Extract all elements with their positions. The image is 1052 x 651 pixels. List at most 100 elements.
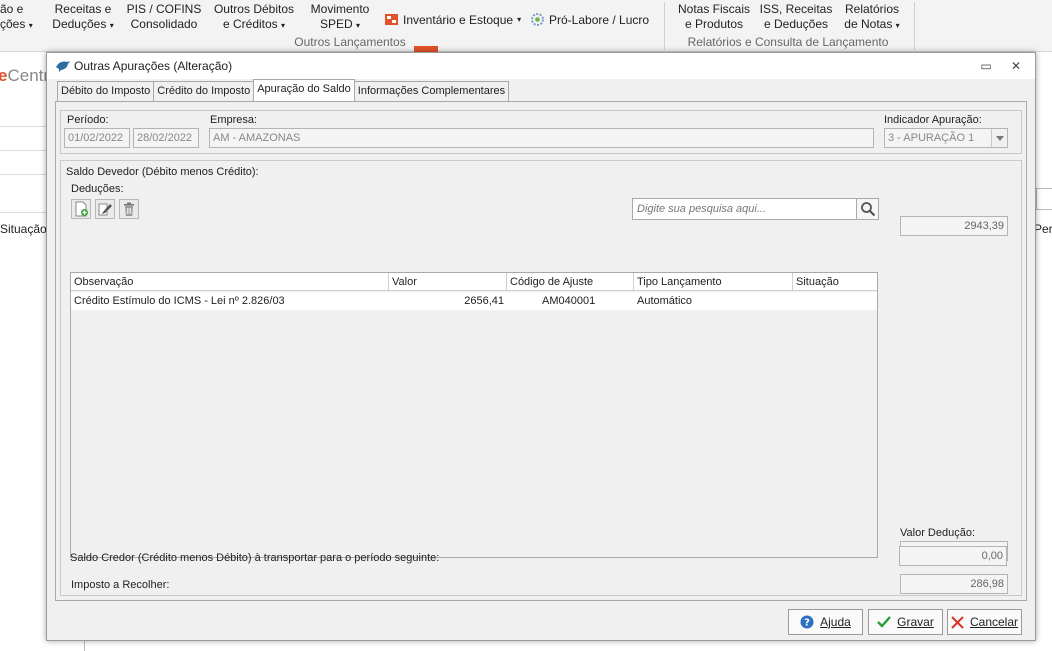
app-ribbon: ão e ções ▾ Receitas e Deduções ▾ PIS / … (0, 0, 1052, 52)
tab-credito-do-imposto[interactable]: Crédito do Imposto (153, 81, 255, 101)
background-divider (0, 212, 46, 213)
apuracao-saldo-panel: Período: 01/02/2022 28/02/2022 Empresa: … (55, 101, 1027, 601)
ribbon-iss-button[interactable]: ISS, Receitas e Deduções (758, 2, 834, 32)
cell-tipo-lancamento: Automático (637, 295, 693, 307)
trash-icon (124, 202, 134, 216)
background-divider (0, 150, 46, 151)
empresa-label: Empresa: (210, 114, 258, 126)
column-observacao[interactable]: Observação (71, 273, 389, 291)
dialog-tabs: Débito do Imposto Crédito do Imposto Apu… (57, 79, 510, 101)
deducoes-label: Deduções: (71, 183, 124, 195)
minimize-icon: ▭ (980, 59, 992, 73)
empresa-field[interactable]: AM - AMAZONAS (209, 128, 874, 148)
chevron-down-icon: ▾ (109, 21, 114, 30)
ajuda-button[interactable]: ? Ajuda (788, 609, 863, 635)
background-panel-left (0, 52, 46, 651)
ribbon-relatorios-label: Relatórios de Notas (844, 2, 900, 31)
close-icon: ✕ (1010, 59, 1022, 73)
background-input (1036, 188, 1052, 210)
close-icon (951, 615, 964, 629)
edit-deducao-button[interactable] (95, 199, 115, 219)
svg-text:?: ? (804, 618, 810, 629)
tab-apuracao-do-saldo[interactable]: Apuração do Saldo (253, 79, 355, 101)
ajuda-label: Ajuda (820, 615, 851, 629)
ribbon-receitas-label: Receitas e Deduções (52, 2, 112, 31)
dialog-titlebar[interactable]: Outras Apurações (Alteração) ▭ ✕ (47, 53, 1035, 79)
cell-situacao (793, 292, 877, 310)
ribbon-movimento-label: Movimento SPED (310, 2, 370, 31)
outras-apuracoes-dialog: Outras Apurações (Alteração) ▭ ✕ Débito … (46, 52, 1036, 641)
help-icon: ? (800, 615, 814, 629)
column-tipo-lancamento[interactable]: Tipo Lançamento (634, 273, 793, 291)
delete-deducao-button[interactable] (119, 199, 139, 219)
cancelar-button[interactable]: Cancelar (947, 609, 1022, 635)
ribbon-group-outros-lancamentos: Outros Lançamentos (294, 35, 406, 49)
chevron-down-icon: ▾ (28, 21, 33, 30)
background-panel-right (1036, 52, 1052, 651)
ribbon-inventario-button[interactable]: Inventário e Estoque ▾ (384, 12, 521, 27)
ribbon-separator (914, 2, 915, 50)
column-situacao[interactable]: Situação (793, 273, 877, 291)
saldo-devedor-label: Saldo Devedor (Débito menos Crédito): (66, 166, 259, 178)
ribbon-item-cut-label: ão e ções (0, 2, 26, 31)
chevron-down-icon: ▾ (356, 21, 361, 30)
cell-valor: 2656,41 (464, 295, 504, 307)
background-column-situacao: Situação (0, 222, 47, 236)
background-divider (0, 126, 46, 127)
inventory-icon (385, 14, 398, 25)
indicador-apuracao-value: 3 - APURAÇÃO 1 (888, 132, 975, 144)
ribbon-group-relatorios: Relatórios e Consulta de Lançamento (687, 35, 889, 49)
indicador-apuracao-select[interactable]: 3 - APURAÇÃO 1 (884, 128, 1008, 148)
gear-icon (531, 13, 544, 26)
new-document-icon (75, 201, 88, 217)
background-column-periodo: Peri (1034, 222, 1052, 236)
indicador-apuracao-label: Indicador Apuração: (884, 114, 982, 126)
dialog-title: Outras Apurações (Alteração) (74, 59, 233, 73)
imposto-recolher-label: Imposto a Recolher: (71, 579, 170, 591)
cell-codigo-ajuste: AM040001 (542, 295, 596, 307)
ribbon-movimento-sped-button[interactable]: Movimento SPED ▾ (304, 2, 376, 33)
ribbon-pis-cofins-button[interactable]: PIS / COFINS Consolidado (124, 2, 204, 32)
background-bottom-strip (84, 641, 1036, 651)
deducoes-table: Observação Valor Código de Ajuste Tipo L… (70, 272, 878, 558)
search-icon (860, 202, 875, 217)
periodo-fim-field[interactable]: 28/02/2022 (133, 128, 199, 148)
column-valor[interactable]: Valor (389, 273, 507, 291)
gravar-button[interactable]: Gravar (868, 609, 943, 635)
periodo-inicio-field[interactable]: 01/02/2022 (64, 128, 130, 148)
ribbon-outros-debitos-button[interactable]: Outros Débitos e Créditos ▾ (210, 2, 298, 33)
edit-icon (98, 203, 112, 216)
add-deducao-button[interactable] (71, 199, 91, 219)
ribbon-relatorios-button[interactable]: Relatórios de Notas ▾ (838, 2, 906, 33)
ribbon-receitas-button[interactable]: Receitas e Deduções ▾ (50, 2, 116, 33)
check-icon (877, 616, 892, 628)
gravar-label: Gravar (897, 615, 934, 629)
periodo-label: Período: (67, 114, 109, 126)
ribbon-pro-labore-button[interactable]: Pró-Labore / Lucro (530, 12, 649, 27)
search-button[interactable] (857, 198, 879, 220)
chevron-down-icon: ▾ (517, 15, 522, 24)
ribbon-pro-labore-label: Pró-Labore / Lucro (549, 12, 650, 27)
app-bird-icon (56, 61, 70, 72)
saldo-devedor-field[interactable]: 2943,39 (900, 216, 1008, 236)
valor-deducao-label: Valor Dedução: (900, 527, 976, 539)
ribbon-item-cut[interactable]: ão e ções ▾ (0, 2, 33, 33)
tab-informacoes-complementares[interactable]: Informações Complementares (353, 81, 510, 101)
indicador-dropdown-button[interactable] (991, 129, 1007, 147)
background-divider (0, 174, 46, 175)
ribbon-notas-fiscais-button[interactable]: Notas Fiscais e Produtos (674, 2, 754, 32)
chevron-down-icon: ▾ (281, 21, 286, 30)
table-row[interactable]: Crédito Estímulo do ICMS - Lei nº 2.826/… (71, 292, 877, 310)
ribbon-inventario-label: Inventário e Estoque (403, 12, 514, 27)
minimize-button[interactable]: ▭ (975, 57, 997, 75)
chevron-down-icon: ▾ (895, 21, 900, 30)
search-input[interactable]: Digite sua pesquisa aqui... (632, 198, 857, 220)
ribbon-separator (664, 2, 665, 50)
close-button[interactable]: ✕ (1005, 57, 1027, 75)
tab-debito-do-imposto[interactable]: Débito do Imposto (57, 81, 155, 101)
saldo-credor-field[interactable]: 0,00 (899, 546, 1007, 566)
saldo-credor-label: Saldo Credor (Crédito menos Débito) à tr… (70, 552, 440, 564)
cancelar-label: Cancelar (969, 615, 1019, 629)
imposto-recolher-field[interactable]: 286,98 (900, 574, 1008, 594)
column-codigo-ajuste[interactable]: Código de Ajuste (507, 273, 634, 291)
